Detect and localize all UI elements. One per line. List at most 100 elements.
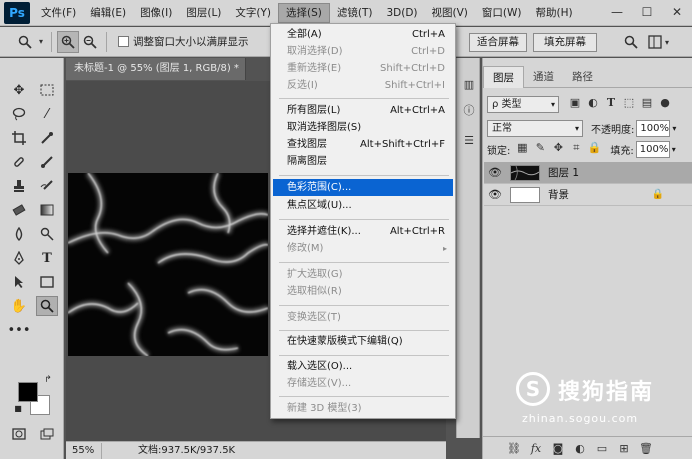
marquee-tool-icon[interactable] <box>36 80 58 100</box>
layer-filter-select[interactable]: ρ 类型 ▾ <box>487 95 559 113</box>
zoom-tool-icon[interactable] <box>36 296 58 316</box>
menu-item-deselect[interactable]: 取消选择(D) Ctrl+D <box>273 43 453 60</box>
chevron-down-icon[interactable]: ▾ <box>662 31 672 53</box>
rectangle-tool-icon[interactable] <box>36 272 58 292</box>
menu-item-find-layers[interactable]: 查找图层 Alt+Shift+Ctrl+F <box>273 136 453 153</box>
zoom-tool-preset-icon[interactable] <box>14 31 36 53</box>
minimize-button[interactable]: — <box>602 0 632 24</box>
history-brush-tool-icon[interactable] <box>36 176 58 196</box>
filter-type-icon[interactable]: T <box>603 96 619 112</box>
menu-item-select-and-mask[interactable]: 选择并遮住(K)... Alt+Ctrl+R <box>273 223 453 240</box>
menu-item-all-layers[interactable]: 所有图层(L) Alt+Ctrl+A <box>273 102 453 119</box>
histogram-icon[interactable]: ▥ <box>461 78 477 94</box>
menu-layer[interactable]: 图层(L) <box>179 2 228 24</box>
foreground-color-swatch[interactable] <box>18 382 38 402</box>
zoom-out-icon[interactable] <box>79 31 101 53</box>
swap-colors-icon[interactable]: ↱ <box>42 374 54 386</box>
menu-image[interactable]: 图像(I) <box>133 2 179 24</box>
hand-tool-icon[interactable]: ✋ <box>8 296 30 316</box>
document-tab[interactable]: 未标题-1 @ 55% (图层 1, RGB/8) * × <box>66 58 246 96</box>
opacity-field[interactable]: 100% <box>636 119 671 137</box>
brush-tool-icon[interactable] <box>36 152 58 172</box>
menu-item-deselect-layers[interactable]: 取消选择图层(S) <box>273 119 453 136</box>
maximize-button[interactable]: ☐ <box>632 0 662 24</box>
eraser-tool-icon[interactable] <box>8 200 30 220</box>
menu-item-isolate-layers[interactable]: 隔离图层 <box>273 153 453 170</box>
eye-icon[interactable]: 👁 <box>484 188 506 201</box>
adjustment-layer-icon[interactable]: ◐ <box>569 442 591 455</box>
menu-item-load-selection[interactable]: 载入选区(O)... <box>273 358 453 375</box>
menu-item-focus-area[interactable]: 焦点区域(U)... <box>273 197 453 214</box>
tab-channels[interactable]: 通道 <box>524 66 563 88</box>
menu-item-color-range[interactable]: 色彩范围(C)... <box>273 179 453 196</box>
menu-item-modify[interactable]: 修改(M) ▸ <box>273 240 453 257</box>
lasso-tool-icon[interactable] <box>8 104 30 124</box>
filter-adjustment-icon[interactable]: ◐ <box>585 96 601 112</box>
menu-view[interactable]: 视图(V) <box>425 2 475 24</box>
tab-paths[interactable]: 路径 <box>563 66 602 88</box>
zoom-level[interactable]: 55% <box>66 442 102 459</box>
new-layer-icon[interactable]: ⊞ <box>613 442 635 455</box>
menu-item-transform-selection[interactable]: 变换选区(T) <box>273 309 453 326</box>
layer-row[interactable]: 👁 图层 1 <box>484 162 692 184</box>
pen-tool-icon[interactable] <box>8 248 30 268</box>
menu-item-grow[interactable]: 扩大选取(G) <box>273 266 453 283</box>
fill-field[interactable]: 100% <box>635 140 670 158</box>
lock-image-icon[interactable]: ✎ <box>532 141 548 157</box>
filter-toggle-icon[interactable]: ● <box>657 96 673 112</box>
menu-item-similar[interactable]: 选取相似(R) <box>273 283 453 300</box>
blend-mode-select[interactable]: 正常 ▾ <box>487 119 583 137</box>
lock-position-icon[interactable]: ✥ <box>550 141 566 157</box>
chevron-down-icon[interactable]: ▾ <box>672 124 676 133</box>
crop-tool-icon[interactable] <box>8 128 30 148</box>
default-colors-icon[interactable]: ■ <box>12 402 24 414</box>
menu-edit[interactable]: 编辑(E) <box>83 2 133 24</box>
quick-mask-icon[interactable] <box>8 424 30 444</box>
gradient-tool-icon[interactable] <box>36 200 58 220</box>
lock-transparent-icon[interactable]: ▦ <box>514 141 530 157</box>
menu-select[interactable]: 选择(S) <box>278 2 330 23</box>
layer-style-icon[interactable]: fx <box>525 442 547 455</box>
search-icon[interactable] <box>620 31 642 53</box>
menu-filter[interactable]: 滤镜(T) <box>330 2 380 24</box>
menu-help[interactable]: 帮助(H) <box>529 2 580 24</box>
path-selection-tool-icon[interactable] <box>8 272 30 292</box>
menu-window[interactable]: 窗口(W) <box>475 2 529 24</box>
blur-tool-icon[interactable] <box>8 224 30 244</box>
document-canvas[interactable] <box>68 173 268 356</box>
chevron-down-icon[interactable]: ▾ <box>36 31 46 53</box>
lock-all-icon[interactable]: 🔒 <box>586 141 602 157</box>
close-button[interactable]: ✕ <box>662 0 692 24</box>
new-group-icon[interactable]: ▭ <box>591 442 613 455</box>
chevron-down-icon[interactable]: ▾ <box>672 145 676 154</box>
magic-wand-tool-icon[interactable]: ⁄ <box>36 104 58 124</box>
filter-shape-icon[interactable]: ⬚ <box>621 96 637 112</box>
dodge-tool-icon[interactable] <box>36 224 58 244</box>
tab-layers[interactable]: 图层 <box>483 66 524 88</box>
filter-smart-object-icon[interactable]: ▤ <box>639 96 655 112</box>
more-tools-icon[interactable]: ••• <box>8 320 31 340</box>
screen-mode-icon[interactable] <box>36 424 58 444</box>
filter-pixel-icon[interactable]: ▣ <box>567 96 583 112</box>
menu-item-quick-mask[interactable]: 在快速蒙版模式下编辑(Q) <box>273 333 453 350</box>
properties-icon[interactable]: ☰ <box>461 134 477 150</box>
menu-item-new-3d-model[interactable]: 新建 3D 模型(3) <box>273 400 453 417</box>
menu-item-select-all[interactable]: 全部(A) Ctrl+A <box>273 26 453 43</box>
layer-row[interactable]: 👁 背景 🔒 <box>484 184 692 206</box>
healing-brush-tool-icon[interactable] <box>8 152 30 172</box>
menu-item-save-selection[interactable]: 存储选区(V)... <box>273 375 453 392</box>
eye-icon[interactable]: 👁 <box>484 166 506 179</box>
link-layers-icon[interactable]: ⛓ <box>503 442 525 455</box>
menu-file[interactable]: 文件(F) <box>34 2 83 24</box>
fit-screen-button[interactable]: 适合屏幕 <box>469 33 527 52</box>
menu-item-inverse[interactable]: 反选(I) Shift+Ctrl+I <box>273 77 453 94</box>
zoom-in-icon[interactable] <box>57 30 79 53</box>
menu-3d[interactable]: 3D(D) <box>379 2 424 24</box>
add-mask-icon[interactable]: ◙ <box>547 442 569 455</box>
resize-window-checkbox[interactable] <box>118 36 129 47</box>
move-tool-icon[interactable]: ✥ <box>8 80 30 100</box>
lock-artboard-icon[interactable]: ⌗ <box>568 141 584 157</box>
trash-icon[interactable]: 🗑 <box>635 442 657 455</box>
menu-type[interactable]: 文字(Y) <box>228 2 278 24</box>
eyedropper-tool-icon[interactable] <box>36 128 58 148</box>
